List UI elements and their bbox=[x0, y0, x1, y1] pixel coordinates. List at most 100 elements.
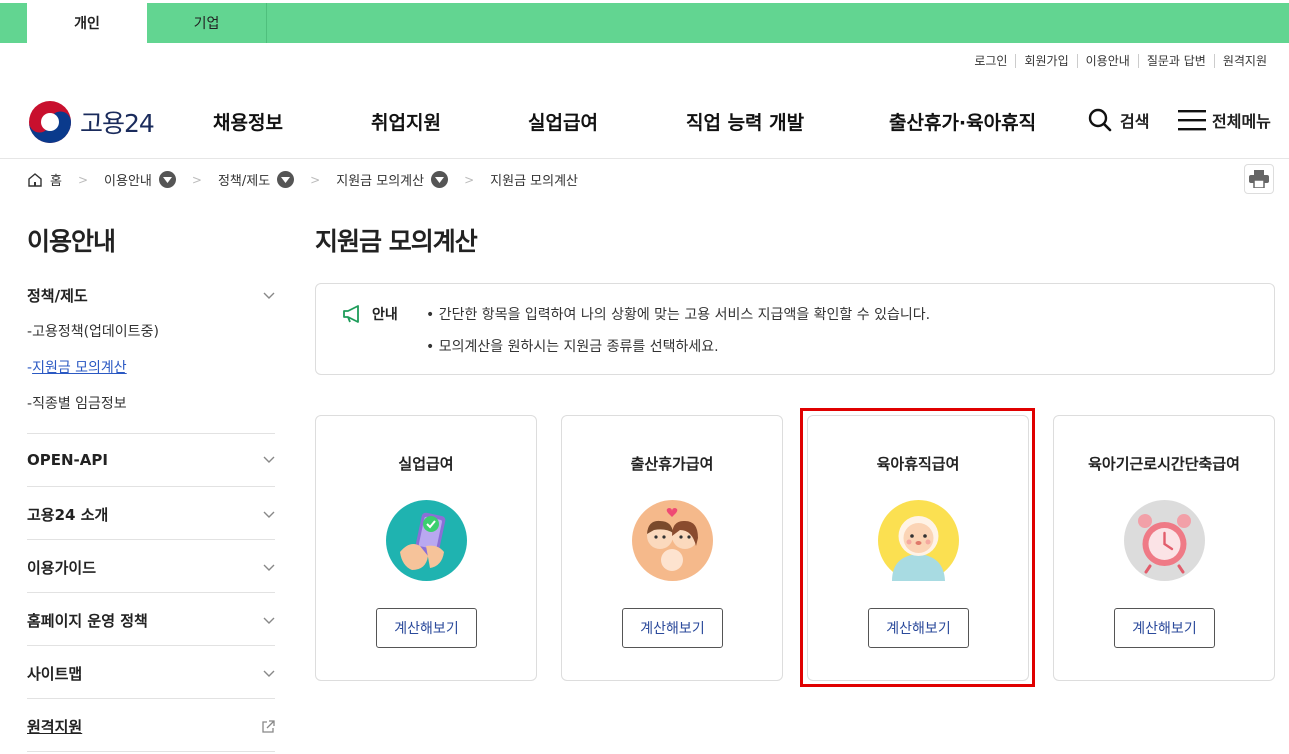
all-menu-label: 전체메뉴 bbox=[1212, 112, 1271, 131]
logo-text: 고용24 bbox=[80, 109, 155, 138]
lnb-divider bbox=[27, 592, 275, 593]
nav-unemployment-benefit[interactable]: 실업급여 bbox=[528, 108, 598, 135]
lnb-divider bbox=[27, 698, 275, 699]
breadcrumb-calculator-label: 지원금 모의계산 bbox=[336, 174, 425, 189]
notice-line-2-text: 모의계산을 원하시는 지원금 종류를 선택하세요. bbox=[438, 339, 719, 355]
breadcrumb-guide[interactable]: 이용안내 bbox=[104, 170, 176, 189]
all-menu-button[interactable]: 전체메뉴 bbox=[1178, 108, 1271, 132]
printer-icon bbox=[1249, 170, 1269, 188]
utility-links: 로그인 회원가입 이용안내 질문과 답변 원격지원 bbox=[966, 54, 1275, 68]
breadcrumb-home-label: 홈 bbox=[50, 174, 62, 189]
lnb-divider bbox=[27, 539, 275, 540]
chevron-down-icon bbox=[263, 456, 275, 463]
login-link[interactable]: 로그인 bbox=[966, 54, 1015, 68]
chevron-right-icon: > bbox=[464, 172, 475, 187]
alarm-clock-illustration-icon bbox=[1124, 500, 1205, 581]
page-title: 지원금 모의계산 bbox=[315, 227, 478, 256]
guide-link[interactable]: 이용안내 bbox=[1076, 54, 1138, 68]
taegeuk-logo-icon bbox=[29, 101, 71, 143]
lnb-divider bbox=[27, 645, 275, 646]
search-icon bbox=[1088, 108, 1112, 132]
lnb-section-policy[interactable]: 정책/제도 bbox=[27, 285, 275, 306]
chevron-right-icon: > bbox=[310, 172, 321, 187]
lnb-section-about[interactable]: 고용24 소개 bbox=[27, 504, 275, 525]
chevron-down-icon bbox=[263, 564, 275, 571]
lnb-section-policy-label: 정책/제도 bbox=[27, 287, 88, 305]
chevron-down-icon bbox=[263, 670, 275, 677]
tab-business-label: 기업 bbox=[193, 16, 220, 32]
calculate-button[interactable]: 계산해보기 bbox=[376, 608, 477, 648]
top-bar: 개인 기업 bbox=[0, 3, 1289, 43]
couple-baby-illustration-icon bbox=[632, 500, 713, 581]
tab-personal-label: 개인 bbox=[74, 16, 100, 32]
card-reduced-hours-benefit[interactable]: 육아기근로시간단축급여 계산해보기 bbox=[1053, 415, 1275, 681]
phone-hand-illustration-icon bbox=[386, 500, 467, 581]
lnb-title: 이용안내 bbox=[27, 227, 116, 256]
card-title: 육아기근로시간단축급여 bbox=[1088, 455, 1240, 473]
tab-business[interactable]: 기업 bbox=[147, 3, 267, 43]
megaphone-icon bbox=[343, 305, 359, 323]
notice-label: 안내 bbox=[342, 304, 398, 324]
nav-jobs[interactable]: 채용정보 bbox=[213, 108, 283, 135]
dropdown-icon bbox=[158, 171, 176, 188]
nav-vocational-training[interactable]: 직업 능력 개발 bbox=[686, 108, 804, 135]
breadcrumb-calculator[interactable]: 지원금 모의계산 bbox=[336, 170, 449, 189]
lnb-sub-employment-policy[interactable]: -고용정책(업데이트중) bbox=[27, 321, 159, 341]
notice-line-2: • 모의계산을 원하시는 지원금 종류를 선택하세요. bbox=[426, 339, 719, 355]
breadcrumb-home[interactable]: 홈 bbox=[27, 170, 62, 189]
lnb-sub-employment-policy-label: 고용정책(업데이트중) bbox=[32, 324, 159, 340]
selection-highlight bbox=[800, 408, 1035, 687]
card-title: 실업급여 bbox=[398, 455, 454, 473]
notice-line-1: • 간단한 항목을 입력하여 나의 상황에 맞는 고용 서비스 지급액을 확인할… bbox=[426, 307, 931, 323]
lnb-divider bbox=[27, 751, 275, 752]
remote-support-link[interactable]: 원격지원 bbox=[1213, 54, 1275, 68]
lnb-section-usage-guide-label: 이용가이드 bbox=[27, 559, 97, 577]
breadcrumb: 홈 > 이용안내 > 정책/제도 > 지원금 모의계산 > 지원금 모의계산 bbox=[27, 170, 578, 189]
lnb-sub-subsidy-calculator-label: 지원금 모의계산 bbox=[32, 360, 127, 376]
card-title: 출산휴가급여 bbox=[630, 455, 714, 473]
lnb-sub-wage-info-label: 직종별 임금정보 bbox=[32, 396, 127, 412]
tab-personal[interactable]: 개인 bbox=[27, 3, 147, 43]
chevron-right-icon: > bbox=[77, 172, 89, 187]
calculate-button[interactable]: 계산해보기 bbox=[1114, 608, 1215, 648]
dropdown-icon bbox=[431, 171, 449, 188]
lnb-section-sitemap[interactable]: 사이트맵 bbox=[27, 663, 275, 684]
lnb-divider bbox=[27, 433, 275, 434]
external-link-icon bbox=[262, 719, 275, 733]
lnb-sub-subsidy-calculator[interactable]: -지원금 모의계산 bbox=[27, 357, 127, 377]
nav-employment-support[interactable]: 취업지원 bbox=[371, 108, 441, 135]
breadcrumb-current-label: 지원금 모의계산 bbox=[490, 174, 579, 189]
home-icon bbox=[28, 172, 42, 187]
chevron-down-icon bbox=[263, 292, 275, 299]
print-button[interactable] bbox=[1244, 164, 1274, 194]
lnb-sub-wage-info[interactable]: -직종별 임금정보 bbox=[27, 393, 127, 413]
header-divider bbox=[0, 158, 1289, 159]
lnb-section-open-api[interactable]: OPEN-API bbox=[27, 451, 275, 469]
chevron-right-icon: > bbox=[191, 172, 202, 187]
breadcrumb-guide-label: 이용안내 bbox=[104, 174, 152, 189]
nav-maternity-parental-leave[interactable]: 출산휴가·육아휴직 bbox=[889, 108, 1036, 135]
dropdown-icon bbox=[277, 171, 295, 188]
lnb-section-sitemap-label: 사이트맵 bbox=[27, 665, 83, 683]
lnb-section-remote-support-label: 원격지원 bbox=[27, 718, 83, 736]
lnb-divider bbox=[27, 486, 275, 487]
qna-link[interactable]: 질문과 답변 bbox=[1137, 54, 1214, 68]
calculate-button[interactable]: 계산해보기 bbox=[622, 608, 723, 648]
hamburger-icon bbox=[1178, 110, 1206, 131]
card-unemployment-benefit[interactable]: 실업급여 계산해보기 bbox=[315, 415, 537, 681]
signup-link[interactable]: 회원가입 bbox=[1015, 54, 1076, 68]
chevron-down-icon bbox=[263, 511, 275, 518]
lnb-section-open-api-label: OPEN-API bbox=[27, 451, 108, 469]
breadcrumb-policy[interactable]: 정책/제도 bbox=[217, 170, 295, 189]
site-logo[interactable]: 고용24 bbox=[28, 100, 155, 144]
search-label: 검색 bbox=[1120, 112, 1150, 131]
lnb-section-usage-guide[interactable]: 이용가이드 bbox=[27, 557, 275, 578]
lnb-section-remote-support[interactable]: 원격지원 bbox=[27, 716, 275, 737]
search-button[interactable]: 검색 bbox=[1088, 108, 1149, 132]
breadcrumb-current: 지원금 모의계산 bbox=[490, 170, 578, 189]
card-maternity-leave-benefit[interactable]: 출산휴가급여 계산해보기 bbox=[561, 415, 783, 681]
breadcrumb-policy-label: 정책/제도 bbox=[217, 174, 271, 189]
lnb-section-site-policy[interactable]: 홈페이지 운영 정책 bbox=[27, 610, 275, 631]
lnb-section-site-policy-label: 홈페이지 운영 정책 bbox=[27, 612, 148, 630]
lnb-section-about-label: 고용24 소개 bbox=[27, 506, 109, 524]
